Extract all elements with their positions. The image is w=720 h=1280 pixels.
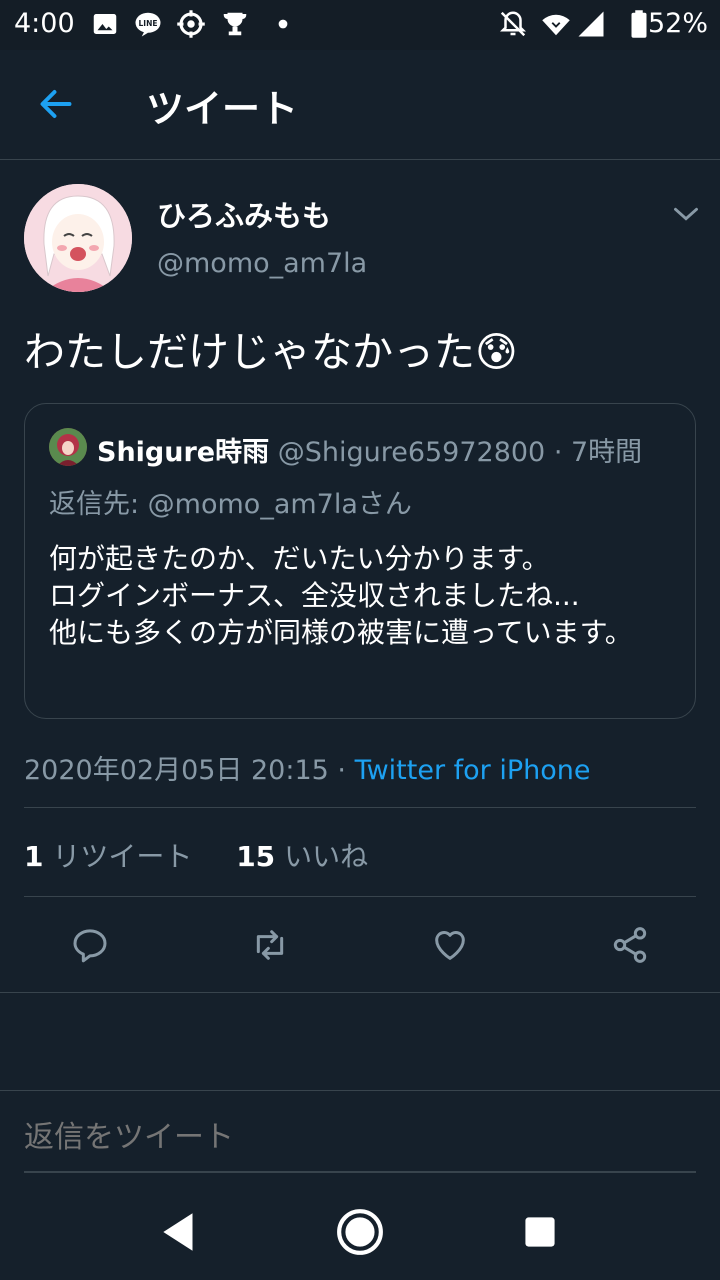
- target-icon: [177, 10, 205, 38]
- system-nav-bar: [0, 1185, 720, 1280]
- quoted-header: Shigure時雨 @Shigure65972800 · 7時間: [97, 430, 642, 469]
- reply-input[interactable]: [24, 1120, 696, 1155]
- anxious-face-emoji: 😰: [475, 328, 518, 376]
- notifications-off-icon: [499, 11, 527, 37]
- trophy-icon: [223, 12, 247, 36]
- author-name[interactable]: ひろふみもも: [157, 193, 331, 235]
- tweet-stats: 1 リツイート 15 いいね: [24, 835, 368, 875]
- meta-separator: ·: [328, 755, 355, 786]
- image-icon: [93, 14, 117, 34]
- quoted-avatar-image: [49, 428, 87, 466]
- page-title: ツイート: [146, 87, 299, 131]
- tweet-body: わたしだけじゃなかった: [24, 328, 475, 376]
- svg-text:LINE: LINE: [139, 19, 158, 28]
- status-bar: 4:00 LINE 52%: [0, 0, 720, 50]
- retweet-stat[interactable]: 1 リツイート: [24, 840, 192, 873]
- retweet-icon[interactable]: [250, 925, 290, 965]
- avatar-image: [24, 184, 132, 292]
- tweet-meta: 2020年02月05日 20:15 · Twitter for iPhone: [24, 748, 591, 787]
- composer-divider: [0, 1090, 720, 1091]
- like-count: 15: [236, 840, 276, 873]
- retweet-label: リツイート: [43, 840, 193, 873]
- share-icon[interactable]: [610, 925, 650, 965]
- back-arrow-icon[interactable]: [38, 86, 74, 122]
- quoted-handle-time: @Shigure65972800 · 7時間: [269, 437, 643, 468]
- nav-recents-icon[interactable]: [515, 1207, 565, 1257]
- quoted-name: Shigure時雨: [97, 437, 270, 468]
- quoted-tweet[interactable]: Shigure時雨 @Shigure65972800 · 7時間 返信先: @m…: [24, 403, 696, 719]
- avatar[interactable]: [24, 184, 132, 292]
- reply-input-underline: [24, 1171, 696, 1173]
- quoted-body: 何が起きたのか、だいたい分かります。 ログインボーナス、全没収されましたね...…: [49, 540, 669, 651]
- quoted-avatar: [49, 428, 87, 466]
- quoted-reply-to: 返信先: @momo_am7laさん: [49, 489, 412, 520]
- divider: [0, 992, 720, 993]
- status-time: 4:00: [14, 8, 75, 39]
- tweet-source-link[interactable]: Twitter for iPhone: [355, 755, 591, 786]
- battery-percent: 52%: [647, 8, 708, 39]
- nav-home-icon[interactable]: [335, 1207, 385, 1257]
- nav-back-icon[interactable]: [155, 1207, 205, 1257]
- author-handle[interactable]: @momo_am7la: [157, 248, 367, 279]
- retweet-count: 1: [24, 840, 44, 873]
- chevron-down-icon[interactable]: [672, 202, 700, 226]
- wifi-icon: [542, 14, 570, 36]
- divider: [24, 807, 696, 808]
- reply-icon[interactable]: [70, 925, 110, 965]
- dot-icon: [278, 19, 288, 29]
- quoted-body-text: 何が起きたのか、だいたい分かります。 ログインボーナス、全没収されましたね...…: [49, 542, 633, 649]
- like-stat[interactable]: 15 いいね: [236, 840, 368, 873]
- tweet-text: わたしだけじゃなかった😰: [24, 318, 518, 378]
- like-label: いいね: [275, 840, 369, 873]
- app-bar: ツイート: [0, 50, 720, 160]
- like-icon[interactable]: [430, 925, 470, 965]
- divider: [24, 896, 696, 897]
- signal-icon: [578, 11, 604, 37]
- line-icon: LINE: [135, 12, 161, 37]
- tweet-timestamp: 2020年02月05日 20:15: [24, 755, 329, 786]
